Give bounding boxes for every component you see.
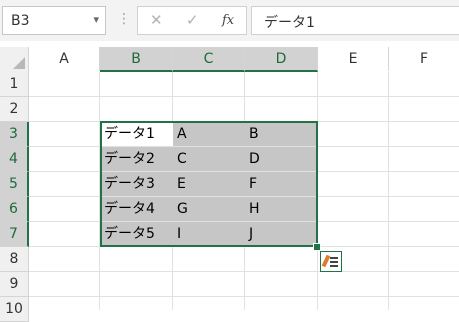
cell-b6[interactable]: データ4 bbox=[100, 197, 173, 221]
cancel-icon[interactable]: ✕ bbox=[150, 11, 163, 29]
grip-dots-icon[interactable]: ⋮ bbox=[117, 11, 131, 27]
quick-analysis-line bbox=[330, 265, 338, 267]
row-header-3[interactable]: 3 bbox=[0, 122, 29, 147]
fill-handle[interactable] bbox=[313, 243, 321, 251]
cell-d4[interactable]: D bbox=[245, 147, 318, 171]
cell-c7[interactable]: I bbox=[173, 222, 245, 246]
name-box[interactable]: B3 ▾ bbox=[2, 6, 106, 35]
column-header-d[interactable]: D bbox=[245, 47, 318, 72]
row-header-8[interactable]: 8 bbox=[0, 247, 29, 272]
quick-analysis-line bbox=[330, 261, 338, 263]
formula-bar-buttons: ✕ ✓ fx bbox=[137, 6, 247, 35]
column-header-f[interactable]: F bbox=[389, 47, 459, 71]
formula-bar-row: B3 ▾ ⋮ ✕ ✓ fx データ1 bbox=[0, 0, 459, 41]
cell-b5[interactable]: データ3 bbox=[100, 172, 173, 196]
cell-b7[interactable]: データ5 bbox=[100, 222, 173, 246]
enter-check-icon[interactable]: ✓ bbox=[186, 11, 199, 29]
gridline bbox=[29, 96, 459, 97]
gridline bbox=[29, 271, 459, 272]
row-header-4[interactable]: 4 bbox=[0, 147, 29, 172]
row-header-5[interactable]: 5 bbox=[0, 172, 29, 197]
cell-c6[interactable]: G bbox=[173, 197, 245, 221]
row-header-9[interactable]: 9 bbox=[0, 272, 29, 297]
gridline bbox=[29, 246, 459, 247]
cell-d3[interactable]: B bbox=[245, 122, 318, 146]
column-header-a[interactable]: A bbox=[29, 47, 100, 71]
formula-input[interactable]: データ1 bbox=[251, 6, 459, 35]
cell-c3[interactable]: A bbox=[173, 122, 245, 146]
chevron-down-icon[interactable]: ▾ bbox=[93, 13, 99, 26]
quick-analysis-button[interactable] bbox=[320, 251, 342, 272]
select-all-corner[interactable] bbox=[0, 47, 29, 72]
row-header-6[interactable]: 6 bbox=[0, 197, 29, 222]
row-header-1[interactable]: 1 bbox=[0, 72, 29, 97]
cell-b3[interactable]: データ1 bbox=[100, 122, 173, 146]
cell-b4[interactable]: データ2 bbox=[100, 147, 173, 171]
cell-d7[interactable]: J bbox=[245, 222, 318, 246]
cell-c4[interactable]: C bbox=[173, 147, 245, 171]
cell-c5[interactable]: E bbox=[173, 172, 245, 196]
gridline bbox=[388, 72, 389, 310]
name-box-value: B3 bbox=[11, 13, 30, 29]
cell-d5[interactable]: F bbox=[245, 172, 318, 196]
column-header-c[interactable]: C bbox=[173, 47, 245, 72]
insert-function-icon[interactable]: fx bbox=[222, 13, 234, 28]
row-header-2[interactable]: 2 bbox=[0, 97, 29, 122]
quick-analysis-line bbox=[330, 257, 338, 259]
cell-d6[interactable]: H bbox=[245, 197, 318, 221]
column-header-b[interactable]: B bbox=[100, 47, 173, 72]
gridline bbox=[29, 296, 459, 297]
select-all-triangle-icon bbox=[13, 57, 25, 69]
formula-input-value: データ1 bbox=[264, 15, 315, 31]
column-header-e[interactable]: E bbox=[318, 47, 389, 71]
row-header-7[interactable]: 7 bbox=[0, 222, 29, 247]
